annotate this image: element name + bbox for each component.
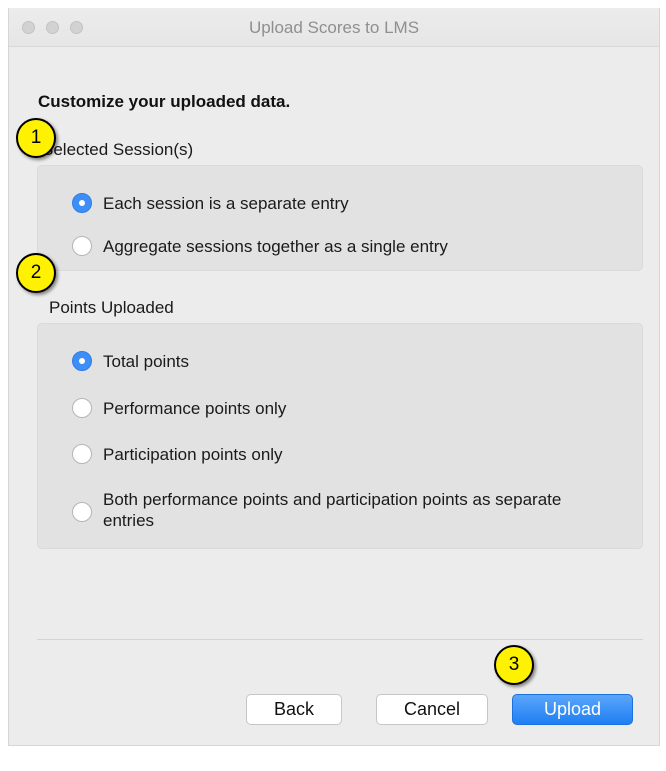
points-section-label: Points Uploaded xyxy=(49,298,174,317)
sessions-section-label: Selected Session(s) xyxy=(42,140,194,159)
radio-selected-icon[interactable] xyxy=(72,351,92,371)
points-option-both[interactable]: Both performance points and participatio… xyxy=(72,489,603,531)
upload-dialog: Upload Scores to LMS Customize your uplo… xyxy=(8,8,660,746)
callout-badge-2: 2 xyxy=(16,253,56,293)
points-option-total[interactable]: Total points xyxy=(72,351,189,372)
back-button[interactable]: Back xyxy=(246,694,342,725)
callout-badge-3: 3 xyxy=(494,645,534,685)
divider xyxy=(37,639,643,640)
callout-badge-1: 1 xyxy=(16,118,56,158)
session-option-aggregate[interactable]: Aggregate sessions together as a single … xyxy=(72,236,448,257)
title-bar: Upload Scores to LMS xyxy=(9,8,659,47)
points-option-performance[interactable]: Performance points only xyxy=(72,398,286,419)
points-option-participation[interactable]: Participation points only xyxy=(72,444,283,465)
radio-label: Performance points only xyxy=(103,399,287,418)
window-title: Upload Scores to LMS xyxy=(248,18,420,37)
cancel-button[interactable]: Cancel xyxy=(376,694,488,725)
radio-unselected-icon[interactable] xyxy=(72,444,92,464)
upload-button[interactable]: Upload xyxy=(512,694,633,725)
radio-label: Both performance points and participatio… xyxy=(103,490,562,530)
radio-label: Total points xyxy=(103,352,189,371)
session-option-separate[interactable]: Each session is a separate entry xyxy=(72,193,349,214)
dialog-heading: Customize your uploaded data. xyxy=(38,92,291,111)
radio-label: Participation points only xyxy=(103,445,283,464)
radio-label: Each session is a separate entry xyxy=(103,194,349,213)
radio-unselected-icon[interactable] xyxy=(72,398,92,418)
radio-unselected-icon[interactable] xyxy=(72,502,92,522)
radio-selected-icon[interactable] xyxy=(72,193,92,213)
radio-unselected-icon[interactable] xyxy=(72,236,92,256)
radio-label: Aggregate sessions together as a single … xyxy=(103,237,448,256)
